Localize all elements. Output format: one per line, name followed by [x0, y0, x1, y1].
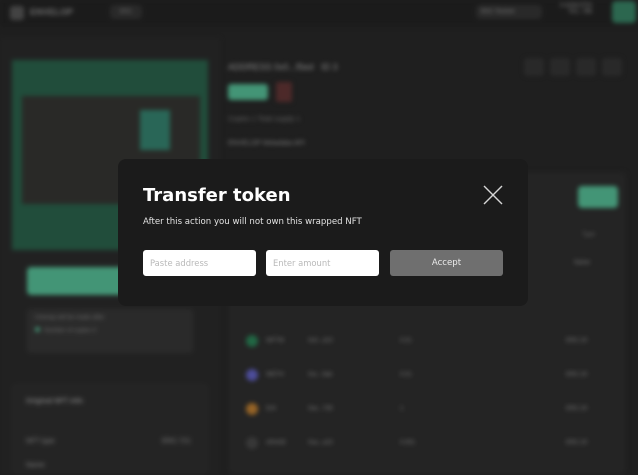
accept-button[interactable]: Accept [390, 250, 503, 276]
transfer-token-modal: Transfer token After this action you wil… [118, 159, 528, 306]
close-icon[interactable] [482, 184, 504, 206]
modal-title: Transfer token [143, 185, 291, 206]
address-input[interactable] [143, 250, 256, 276]
modal-subtitle: After this action you will not own this … [143, 217, 362, 227]
amount-input[interactable] [266, 250, 379, 276]
